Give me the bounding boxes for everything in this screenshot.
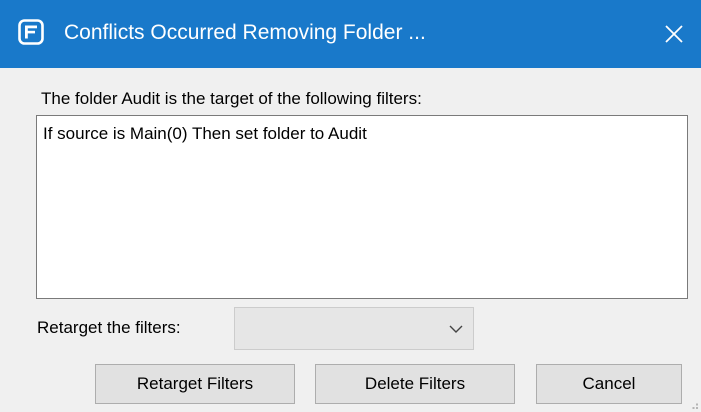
retarget-filters-button[interactable]: Retarget Filters	[95, 364, 295, 404]
filters-listbox[interactable]: If source is Main(0) Then set folder to …	[36, 115, 688, 299]
filter-list-item[interactable]: If source is Main(0) Then set folder to …	[43, 123, 367, 145]
cancel-button[interactable]: Cancel	[536, 364, 682, 404]
close-icon	[665, 25, 683, 43]
window-title: Conflicts Occurred Removing Folder ...	[64, 21, 426, 44]
close-button[interactable]	[647, 0, 701, 68]
app-logo-icon	[18, 19, 44, 45]
chevron-down-icon	[449, 325, 463, 333]
resize-grip-icon[interactable]	[689, 400, 699, 410]
title-bar: Conflicts Occurred Removing Folder ...	[0, 0, 701, 68]
retarget-filters-label: Retarget the filters:	[37, 318, 181, 337]
delete-filters-button[interactable]: Delete Filters	[315, 364, 515, 404]
dialog-window: Conflicts Occurred Removing Folder ... T…	[0, 0, 701, 412]
retarget-folder-select[interactable]	[234, 307, 474, 350]
filters-prompt-label: The folder Audit is the target of the fo…	[41, 89, 422, 108]
